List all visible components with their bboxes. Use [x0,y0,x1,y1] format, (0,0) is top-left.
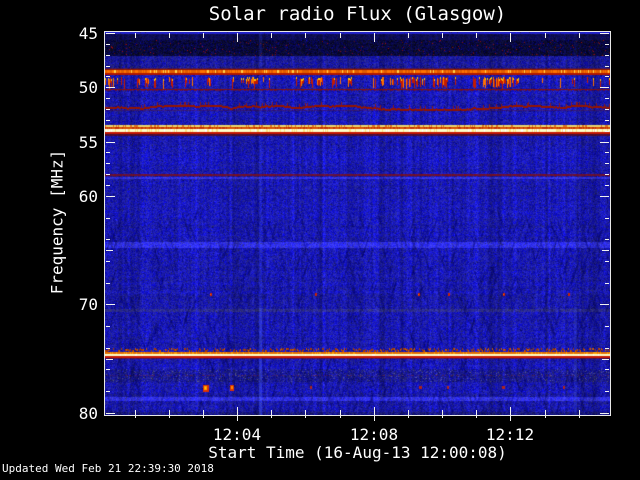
y-axis-tick-right [600,33,609,34]
y-axis-tick-left [106,239,110,240]
x-axis-tick-label: 12:08 [349,425,399,444]
updated-timestamp: Updated Wed Feb 21 22:39:30 2018 [2,462,214,475]
x-axis-minor-tick-top [408,33,409,38]
spectrogram-image [105,32,610,415]
y-axis-tick-right [605,391,609,392]
y-axis-tick-right [605,369,609,370]
y-axis-tick-right [602,250,609,251]
x-axis-minor-tick-top [579,33,580,38]
y-axis-tick-left [106,174,110,175]
y-axis-tick-right [605,185,609,186]
x-axis-minor-tick-top [340,33,341,38]
y-axis-title: Frequency [MHz] [47,149,67,295]
y-axis-tick-right [605,55,609,56]
y-axis-tick-right [605,120,609,121]
x-axis-title: Start Time (16-Aug-13 12:00:08) [208,443,507,462]
y-axis-tick-right [605,66,609,67]
x-axis-minor-tick-top [271,33,272,38]
y-axis-tick-right [605,98,609,99]
y-axis-tick-right [605,283,609,284]
y-axis-tick-left [106,152,110,153]
x-axis-minor-tick [271,410,272,418]
x-axis-tick-label: 12:12 [485,425,535,444]
x-axis-minor-tick [340,410,341,418]
y-axis-tick-right [600,304,609,305]
x-axis-minor-tick [545,410,546,418]
y-axis-tick-right [605,131,609,132]
y-axis-tick-right [605,348,609,349]
y-axis-tick-label: 45 [78,24,98,43]
x-axis-minor-tick [476,410,477,418]
x-axis-minor-tick [442,410,443,418]
x-axis-tick-label: 12:04 [212,425,262,444]
x-axis-minor-tick-top [442,33,443,38]
y-axis-tick-label: 80 [78,404,98,423]
y-axis-tick-right [605,239,609,240]
y-axis-tick-left [106,142,115,143]
x-axis-major-tick-top [374,33,375,42]
y-axis-tick-label: 50 [78,78,98,97]
y-axis-tick-left [106,283,110,284]
y-axis-tick-left [106,369,110,370]
y-axis-tick-right [602,359,609,360]
y-axis-tick-left [106,131,110,132]
y-axis-tick-left [106,348,110,349]
y-axis-tick-right [605,261,609,262]
y-axis-tick-left [106,109,110,110]
y-axis-tick-left [106,87,115,88]
y-axis-tick-right [605,174,609,175]
x-axis-major-tick [237,407,238,421]
x-axis-minor-tick [135,410,136,418]
x-axis-minor-tick-top [545,33,546,38]
y-axis-tick-right [600,142,609,143]
y-axis-tick-left [106,391,110,392]
y-axis-tick-left [106,66,110,67]
y-axis-tick-left [106,304,115,305]
y-axis-tick-right [605,76,609,77]
x-axis-minor-tick [203,410,204,418]
y-axis-tick-left [106,326,110,327]
x-axis-minor-tick [579,410,580,418]
x-axis-minor-tick-top [305,33,306,38]
x-axis-major-tick-top [510,33,511,42]
chart-title: Solar radio Flux (Glasgow) [208,3,507,25]
y-axis-tick-left [106,98,110,99]
y-axis-tick-left [106,359,113,360]
x-axis-minor-tick-top [203,33,204,38]
y-axis-tick-right [600,413,609,414]
y-axis-tick-left [106,33,115,34]
x-axis-minor-tick [305,410,306,418]
y-axis-tick-label: 70 [78,295,98,314]
x-axis-minor-tick-top [476,33,477,38]
x-axis-minor-tick-top [135,33,136,38]
y-axis-tick-left [106,163,110,164]
y-axis-tick-left [106,120,110,121]
y-axis-tick-left [106,261,110,262]
y-axis-tick-right [600,87,609,88]
solar-radio-spectrogram-window: Solar radio Flux (Glasgow) 12:04 12:08 12:… [0,0,640,480]
x-axis-minor-tick-top [169,33,170,38]
y-axis-tick-right [605,152,609,153]
y-axis-tick-right [605,326,609,327]
y-axis-tick-left [106,185,110,186]
x-axis-minor-tick [408,410,409,418]
y-axis-tick-right [605,163,609,164]
y-axis-tick-right [605,109,609,110]
y-axis-tick-left [106,55,110,56]
y-axis-tick-left [106,413,115,414]
y-axis-tick-right [605,218,609,219]
y-axis-tick-right [605,44,609,45]
x-axis-major-tick [374,407,375,421]
y-axis-tick-left [106,250,113,251]
x-axis-major-tick [510,407,511,421]
x-axis-minor-tick [169,410,170,418]
y-axis-tick-left [106,44,110,45]
y-axis-tick-left [106,218,110,219]
x-axis-major-tick-top [237,33,238,42]
y-axis-tick-left [106,196,115,197]
y-axis-tick-right [600,196,609,197]
y-axis-tick-left [106,76,110,77]
